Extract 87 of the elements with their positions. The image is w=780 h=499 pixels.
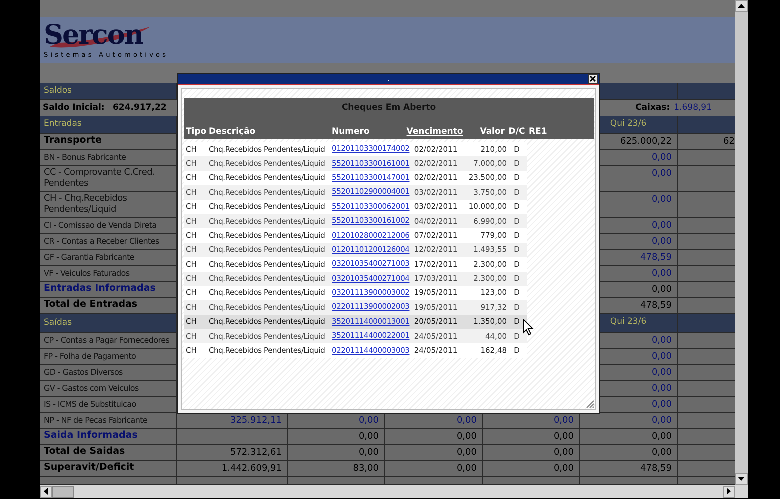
column-header: Valor <box>480 126 505 138</box>
scroll-right-button[interactable] <box>723 486 735 498</box>
value-cell-text: 0,00 <box>652 431 672 444</box>
column-header: D/C <box>508 126 526 138</box>
row-label: GF - Garantia Fabricante <box>44 252 135 264</box>
value-cell-text: 0,00 <box>554 447 574 460</box>
row-label: Superavit/Deficit <box>44 461 134 476</box>
cash-label: Caixas: <box>636 102 670 114</box>
value-cell-text: 0,00 <box>652 399 672 412</box>
value-cell-text: 0,00 <box>652 284 672 297</box>
right-arrow-icon <box>727 488 731 495</box>
scroll-thumb[interactable] <box>52 486 74 498</box>
value-cell-text: 0,00 <box>358 431 379 444</box>
row-label: IS - ICMS de Substituicao <box>44 398 136 410</box>
up-arrow-icon <box>738 4 745 8</box>
row-label: Transporte <box>44 134 102 148</box>
balance-value: 624.917,22 <box>113 102 167 114</box>
row-label: CI - Comissao de Venda Direta <box>44 220 157 232</box>
close-icon <box>590 76 596 82</box>
value-cell-text: 1.442.609,91 <box>222 463 282 476</box>
value-cell-text: 0,00 <box>554 463 574 476</box>
section-heading: Entradas <box>44 118 82 131</box>
row-label: CP - Contas a Pagar Fornecedores <box>44 334 170 346</box>
left-arrow-icon <box>44 488 48 495</box>
value-cell-text: 0,00 <box>554 431 574 444</box>
value-cell-text: 0,00 <box>456 463 477 476</box>
row-label: GV - Gastos com Veiculos <box>44 382 139 394</box>
value-cell-text: 325.912,11 <box>230 415 282 428</box>
value-cell-text: 0,00 <box>652 351 672 364</box>
cash-value: 1.698,91 <box>674 102 712 114</box>
row-label: CC - Comprovante C.Cred. Pendentes <box>44 168 156 190</box>
row-label: Saida Informadas <box>44 429 138 444</box>
scroll-down-button[interactable] <box>735 473 748 485</box>
column-header: RE1 <box>529 126 548 138</box>
value-cell-text: 0,00 <box>358 415 379 428</box>
row-label: BN - Bonus Fabricante <box>44 152 126 164</box>
value-cell-text: 478,59 <box>640 463 672 476</box>
value-cell-text: 0,00 <box>554 415 574 428</box>
value-cell-text: 0,00 <box>652 236 672 249</box>
value-cell-text: 0,00 <box>652 447 672 460</box>
row-label: NP - NF de Pecas Fabricante <box>44 414 148 426</box>
dialog-title: . <box>387 75 390 83</box>
value-cell-text: 83,00 <box>353 463 379 476</box>
value-cell-text: 0,00 <box>652 220 672 233</box>
value-cell-text: 0,00 <box>358 447 379 460</box>
scroll-up-button[interactable] <box>735 0 748 12</box>
mouse-pointer-icon <box>523 319 534 336</box>
section-heading: Saldos <box>44 84 72 98</box>
resize-grip-icon[interactable] <box>586 400 595 409</box>
row-label: VF - Veiculos Faturados <box>44 268 130 280</box>
column-heading: Qui 23/6 <box>610 118 647 131</box>
row-label: CH - Chq.Recebidos Pendentes/Liquid <box>44 194 128 216</box>
row-label: Entradas Informadas <box>44 282 156 296</box>
value-cell-text: 625.000,22 <box>620 136 672 149</box>
value-cell-text: 62 <box>724 136 735 149</box>
vertical-scrollbar[interactable] <box>735 0 748 485</box>
value-cell-text: 572.312,61 <box>230 447 282 460</box>
value-cell-text: 0,00 <box>652 367 672 380</box>
row-label: Total de Saidas <box>44 445 126 460</box>
horizontal-scrollbar[interactable] <box>40 485 748 498</box>
row-label: Total de Entradas <box>44 298 138 312</box>
down-arrow-icon <box>738 477 745 481</box>
value-cell-text: 0,00 <box>652 194 672 207</box>
value-cell-text: 0,00 <box>652 268 672 281</box>
row-label: FP - Folha de Pagamento <box>44 350 136 362</box>
column-header: Numero <box>332 126 370 138</box>
column-heading: Qui 23/6 <box>610 316 647 329</box>
section-heading: Saídas <box>44 316 72 330</box>
value-cell-text: 0,00 <box>456 415 477 428</box>
value-cell-text: 0,00 <box>652 415 672 428</box>
table-title: Cheques Em Aberto <box>342 102 436 115</box>
close-button[interactable] <box>588 74 598 84</box>
value-cell-text: 0,00 <box>652 383 672 396</box>
scroll-left-button[interactable] <box>40 486 52 498</box>
column-header: Descrição <box>209 126 256 138</box>
column-header: Tipo <box>186 126 207 138</box>
value-cell-text: 478,59 <box>640 252 672 265</box>
value-cell-text: 0,00 <box>652 168 672 181</box>
row-label: GD - Gastos Diversos <box>44 366 123 378</box>
value-cell-text: 478,59 <box>640 300 672 313</box>
value-cell-text: 0,00 <box>652 152 672 165</box>
row-label: CR - Contas a Receber Clientes <box>44 236 160 248</box>
value-cell-text: 0,00 <box>456 431 477 444</box>
value-cell-text: 0,00 <box>652 335 672 348</box>
value-cell-text: 0,00 <box>456 447 477 460</box>
sort-column-header[interactable]: Vencimento <box>406 126 464 138</box>
balance-label: Saldo Inicial: <box>43 102 106 114</box>
